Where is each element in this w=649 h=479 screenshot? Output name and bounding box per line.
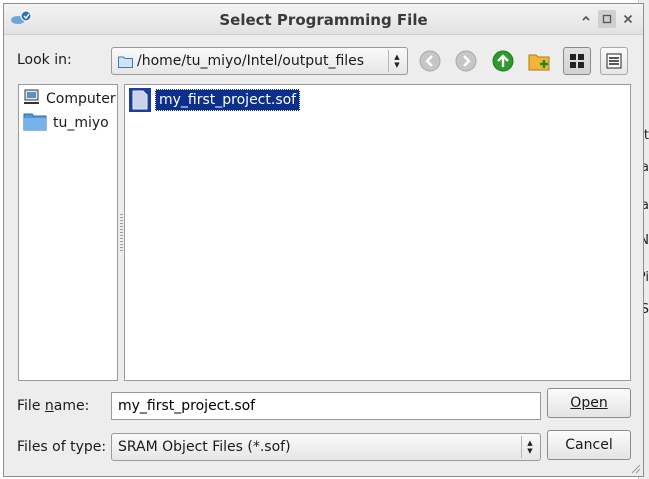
look-in-label: Look in: — [17, 52, 72, 68]
background-text-fragment: t — [643, 128, 649, 143]
window-controls — [577, 10, 637, 28]
close-icon[interactable] — [619, 10, 637, 28]
file-name-input[interactable] — [111, 392, 541, 420]
file-type-label: Files of type: — [17, 439, 107, 455]
up-folder-icon[interactable] — [489, 47, 517, 75]
cancel-button-label: Cancel — [565, 437, 613, 453]
detail-view-icon[interactable] — [600, 47, 628, 75]
folder-icon — [23, 111, 47, 135]
minimize-icon[interactable] — [577, 10, 595, 28]
file-list: my_first_project.sof — [124, 84, 631, 381]
places-sidebar: Computer tu_miyo — [18, 84, 118, 381]
cancel-button[interactable]: Cancel — [547, 430, 631, 460]
new-folder-icon[interactable] — [526, 47, 554, 75]
file-type-value: SRAM Object Files (*.sof) — [118, 439, 291, 455]
maximize-icon[interactable] — [598, 10, 616, 28]
resize-grip-icon[interactable] — [629, 462, 641, 474]
combo-updown-icon: ▲ ▼ — [388, 50, 405, 72]
sidebar-item-label: Computer — [46, 91, 116, 107]
title-bar[interactable]: Select Programming File — [4, 4, 643, 35]
list-view-icon[interactable] — [563, 47, 591, 75]
sidebar-item-computer[interactable]: Computer — [23, 88, 116, 110]
window-title: Select Programming File — [219, 11, 428, 29]
file-icon — [129, 88, 151, 112]
file-dialog: Select Programming File Look in: /home/t… — [3, 3, 644, 477]
sidebar-item-label: tu_miyo — [53, 115, 109, 131]
computer-icon — [23, 89, 40, 109]
combo-updown-icon: ▲ ▼ — [521, 436, 538, 458]
open-button-label: Open — [570, 395, 608, 411]
file-type-combo[interactable]: SRAM Object Files (*.sof) ▲ ▼ — [111, 433, 541, 461]
file-name: my_first_project.sof — [155, 89, 301, 111]
sidebar-item-home[interactable]: tu_miyo — [23, 112, 109, 134]
open-button[interactable]: Open — [547, 388, 631, 418]
file-name-label: File name: — [17, 398, 90, 414]
forward-arrow-icon[interactable] — [452, 47, 480, 75]
back-arrow-icon[interactable] — [416, 47, 444, 75]
look-in-path: /home/tu_miyo/Intel/output_files — [137, 53, 365, 69]
list-item[interactable]: my_first_project.sof — [129, 88, 301, 112]
look-in-combo[interactable]: /home/tu_miyo/Intel/output_files ▲ ▼ — [111, 47, 408, 75]
folder-icon — [118, 55, 133, 72]
